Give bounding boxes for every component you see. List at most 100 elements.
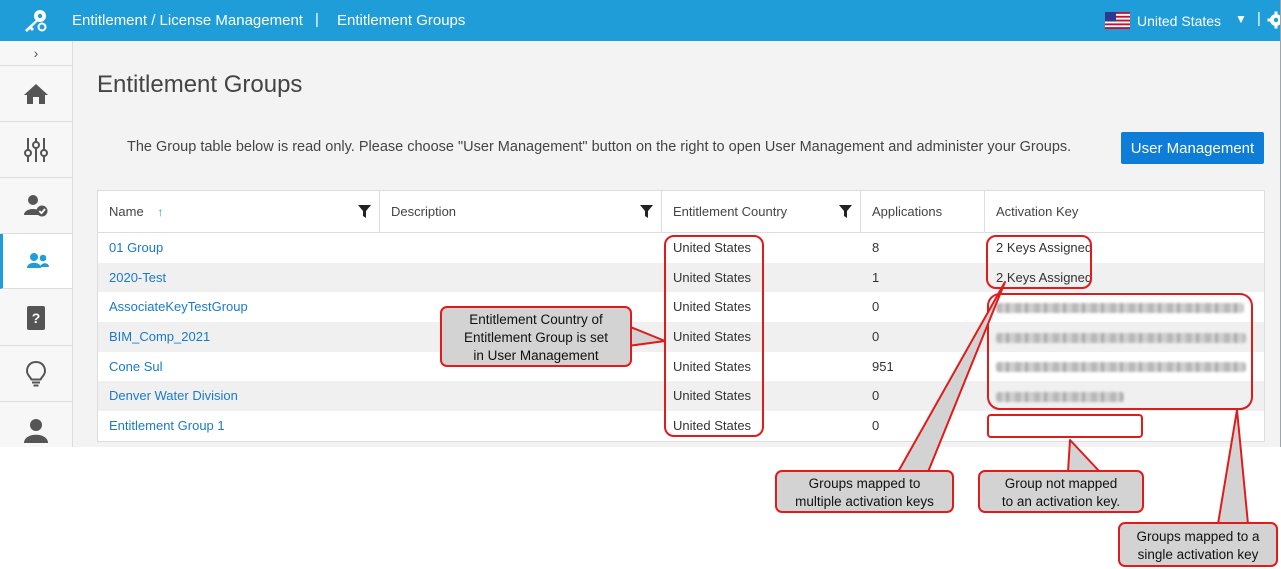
home-icon <box>24 83 48 104</box>
sidebar-item-groups[interactable] <box>0 234 72 289</box>
callout-line: Entitlement Group is set <box>463 330 609 345</box>
sidebar-item-home[interactable] <box>0 66 72 122</box>
column-label: Entitlement Country <box>673 204 788 219</box>
table-row[interactable]: AssociateKeyTestGroup United States 0 <box>98 292 1264 322</box>
sidebar-item-ideas[interactable] <box>0 346 72 402</box>
cell-entitlement-country: United States <box>673 329 752 345</box>
sidebar-item-user-assignment[interactable] <box>0 178 72 234</box>
cell-applications: 1 <box>872 269 880 285</box>
callout-line: Group not mapped <box>1004 476 1118 491</box>
key-wrench-logo-icon[interactable] <box>22 9 48 33</box>
filter-icon[interactable] <box>640 205 653 218</box>
lightbulb-icon <box>26 360 46 386</box>
callout-line: single activation key <box>1137 547 1259 562</box>
redacted-activation-key <box>996 332 1246 343</box>
table-body: 01 Group United States 8 2 Keys Assigned 202… <box>98 233 1264 441</box>
topbar-divider: | <box>1257 10 1261 27</box>
cell-name[interactable]: Entitlement Group 1 <box>98 411 380 441</box>
callout-multiple-keys: Groups mapped to multiple activation key… <box>775 470 954 513</box>
column-label: Applications <box>872 204 943 219</box>
column-label: Activation Key <box>996 204 1079 219</box>
app-window: Entitlement / License Management | Entit… <box>0 0 1281 447</box>
cell-entitlement-country: United States <box>673 299 752 315</box>
column-header-name[interactable]: Name ↑ <box>98 191 380 232</box>
cell-name[interactable]: Cone Sul <box>98 352 380 382</box>
page-title: Entitlement Groups <box>97 71 303 98</box>
redacted-activation-key <box>996 392 1124 402</box>
column-header-applications[interactable]: Applications <box>861 191 985 232</box>
callout-no-key: Group not mapped to an activation key. <box>978 470 1144 513</box>
country-selector[interactable]: United States <box>1137 13 1221 29</box>
cell-activation-key <box>985 352 1264 382</box>
sort-ascending-icon[interactable]: ↑ <box>157 205 163 219</box>
cell-activation-key <box>985 292 1264 322</box>
cell-name[interactable]: 01 Group <box>98 233 380 263</box>
sliders-icon <box>24 137 48 162</box>
cell-entitlement-country: United States <box>673 418 752 434</box>
cell-applications: 0 <box>872 329 880 345</box>
cell-name[interactable]: Denver Water Division <box>98 381 380 411</box>
gear-icon[interactable] <box>1266 10 1281 30</box>
callout-line: Groups mapped to a <box>1136 529 1260 544</box>
breadcrumb-license-management[interactable]: Entitlement / License Management <box>72 12 303 29</box>
chevron-down-icon[interactable]: ▼ <box>1235 12 1247 26</box>
help-book-icon: ? <box>27 305 45 330</box>
cell-activation-key <box>985 322 1264 352</box>
callout-line: Entitlement Country of <box>469 312 603 327</box>
cell-activation-key <box>985 411 1264 441</box>
column-label: Name <box>109 204 144 219</box>
column-header-description[interactable]: Description <box>380 191 662 232</box>
filter-icon[interactable] <box>839 205 852 218</box>
user-icon <box>24 418 48 443</box>
cell-applications: 8 <box>872 240 880 255</box>
cell-applications: 951 <box>872 358 894 374</box>
cell-description <box>380 233 662 263</box>
cell-activation-key <box>985 381 1264 411</box>
cell-name[interactable]: AssociateKeyTestGroup <box>98 292 380 322</box>
table-row[interactable]: Entitlement Group 1 United States 0 <box>98 411 1264 441</box>
table-row[interactable]: 2020-Test United States 1 2 Keys Assigned <box>98 262 1264 293</box>
us-flag-icon <box>1105 12 1130 29</box>
table-row[interactable]: Denver Water Division United States 0 <box>98 381 1264 412</box>
callout-entitlement-country: Entitlement Country of Entitlement Group… <box>440 306 632 367</box>
redacted-activation-key <box>996 362 1246 373</box>
callout-line: to an activation key. <box>1001 494 1121 509</box>
table-row[interactable]: Cone Sul United States 951 <box>98 352 1264 382</box>
cell-applications: 0 <box>872 388 880 404</box>
top-bar: Entitlement / License Management | Entit… <box>0 0 1281 41</box>
svg-text:?: ? <box>32 310 41 326</box>
callout-single-key: Groups mapped to a single activation key <box>1118 522 1278 567</box>
table-row[interactable]: BIM_Comp_2021 United States 0 <box>98 322 1264 352</box>
breadcrumb-entitlement-groups: Entitlement Groups <box>337 12 466 29</box>
cell-description <box>380 263 662 293</box>
callout-line: multiple activation keys <box>795 494 934 509</box>
redacted-activation-key <box>996 302 1244 313</box>
user-check-icon <box>24 194 48 216</box>
column-header-entitlement-country[interactable]: Entitlement Country <box>662 191 861 232</box>
cell-name[interactable]: BIM_Comp_2021 <box>98 322 380 352</box>
cell-description <box>380 411 662 441</box>
breadcrumb-separator: | <box>315 11 319 28</box>
info-text: The Group table below is read only. Plea… <box>127 139 1072 155</box>
sidebar-item-help[interactable]: ? <box>0 290 72 346</box>
user-management-button[interactable]: User Management <box>1121 132 1264 164</box>
sidebar-expand-button[interactable]: › <box>0 41 72 66</box>
main-content: Entitlement Groups The Group table below… <box>73 41 1280 447</box>
cell-activation-key: 2 Keys Assigned <box>996 269 1093 285</box>
callout-line: in User Management <box>473 348 599 363</box>
sidebar-item-profile[interactable] <box>0 402 72 447</box>
cell-applications: 0 <box>872 418 880 434</box>
sidebar-item-settings[interactable] <box>0 122 72 178</box>
cell-entitlement-country: United States <box>673 269 752 285</box>
cell-name[interactable]: 2020-Test <box>98 263 380 293</box>
filter-icon[interactable] <box>358 205 371 218</box>
callout-line: Groups mapped to <box>808 476 921 491</box>
table-row[interactable]: 01 Group United States 8 2 Keys Assigned <box>98 233 1264 263</box>
sidebar: › ? <box>0 41 73 447</box>
cell-entitlement-country: United States <box>673 240 752 255</box>
cell-entitlement-country: United States <box>673 358 752 374</box>
cell-entitlement-country: United States <box>673 388 752 404</box>
groups-table: Name ↑ Description Entitlement Country A… <box>97 190 1265 442</box>
cell-description <box>380 381 662 411</box>
column-header-activation-key[interactable]: Activation Key <box>985 191 1264 232</box>
